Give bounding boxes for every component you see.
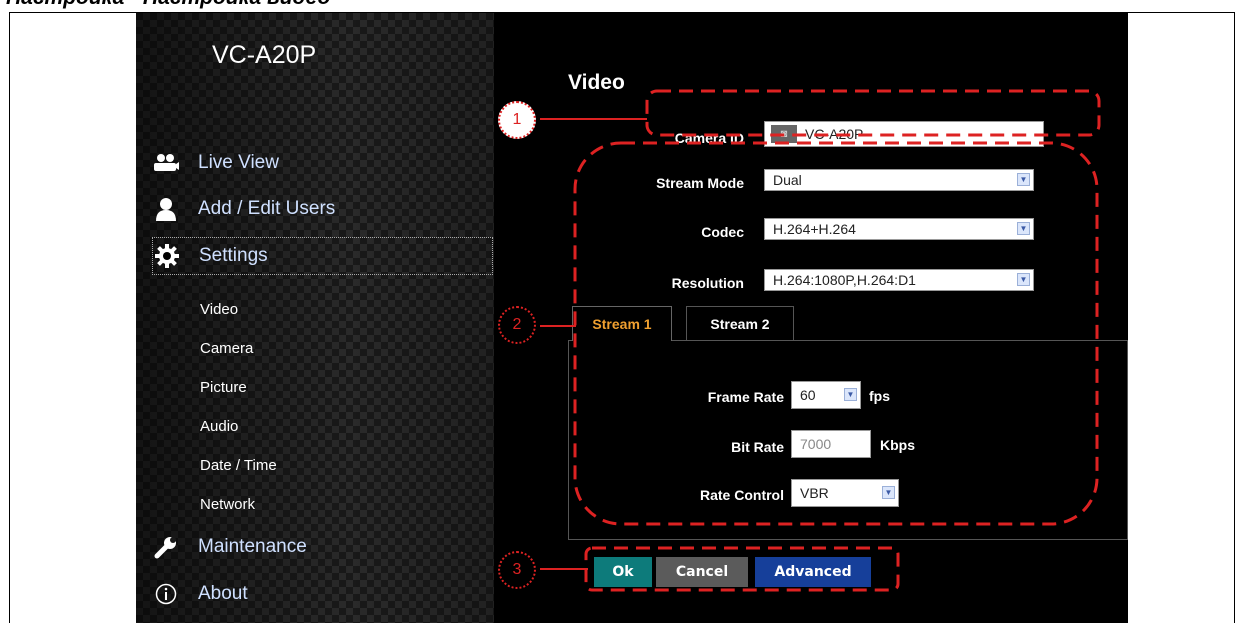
callout-marker-2: 2 bbox=[498, 306, 536, 344]
callout-marker-3: 3 bbox=[498, 551, 536, 589]
callout-box-3 bbox=[584, 546, 900, 592]
callout-box-2 bbox=[573, 141, 1099, 526]
callout-marker-1: 1 bbox=[498, 101, 536, 139]
callout-box-1 bbox=[645, 89, 1101, 137]
annotation-overlay bbox=[540, 89, 1101, 592]
